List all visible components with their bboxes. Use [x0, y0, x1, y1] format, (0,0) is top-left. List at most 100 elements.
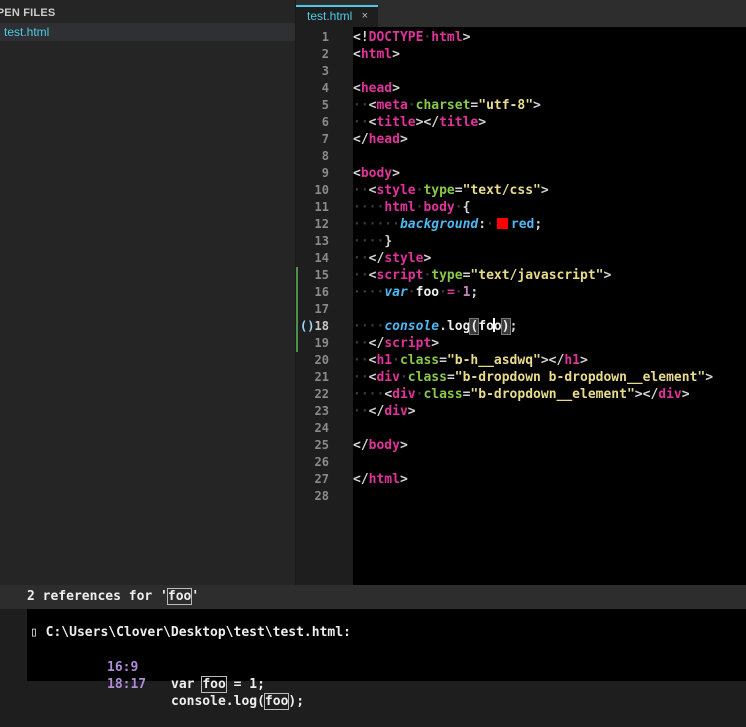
bracket-match-icon: ()	[300, 319, 315, 333]
code-token: ····	[353, 234, 385, 249]
line-number: 28	[314, 489, 329, 503]
code-area[interactable]: <!DOCTYPE·html> <html> <head> ··<meta·chars…	[353, 27, 746, 585]
code-token: ;	[534, 217, 543, 232]
code-line[interactable]: ··<style·type="text/css">	[353, 182, 549, 199]
line-number: 14	[314, 251, 329, 265]
code-token: fo	[478, 319, 494, 334]
code-token: DOCTYPE	[368, 30, 424, 45]
code-token: </	[368, 336, 385, 351]
code-token: "b-dropdown b-dropdown__element"	[454, 370, 706, 385]
reference-result-row[interactable]: 18:17 console.log(foo);	[27, 659, 304, 710]
code-token: "text/javascript"	[470, 268, 604, 283]
code-token: var	[384, 285, 408, 300]
code-token: class	[399, 353, 440, 368]
references-title-bar: 2 references for 'foo'	[0, 585, 746, 609]
git-change-marker	[296, 267, 298, 352]
code-line[interactable]: <!DOCTYPE·html>	[353, 29, 470, 46]
code-token: ····	[353, 285, 385, 300]
code-token: html	[431, 30, 463, 45]
code-token: "utf-8"	[478, 98, 534, 113]
code-token: type	[423, 183, 455, 198]
code-token: >	[423, 251, 432, 266]
line-number: 26	[314, 455, 329, 469]
reference-result-row[interactable]: 16:9 var foo = 1;	[27, 642, 265, 693]
code-line[interactable]: <body>	[353, 165, 400, 182]
code-line[interactable]: ··</script>	[353, 335, 439, 352]
code-line[interactable]: ··<div·class="b-dropdown b-dropdown__ele…	[353, 369, 713, 386]
code-line[interactable]: ··<title></title>	[353, 114, 486, 131]
code-line[interactable]: ······background:· red;	[353, 216, 542, 233]
code-line[interactable]: ····<div·class="b-dropdown__element"></d…	[353, 386, 690, 403]
code-line[interactable]: ··</style>	[353, 250, 431, 267]
code-line[interactable]: </body>	[353, 437, 408, 454]
reference-snippet: console.log(foo);	[171, 693, 305, 710]
tab-bar: test.html ×	[296, 0, 746, 27]
code-line[interactable]: ··<meta·charset="utf-8">	[353, 97, 541, 114]
code-token: title	[376, 115, 416, 130]
line-number: 13	[314, 234, 329, 248]
code-token: >	[580, 353, 588, 368]
line-number: 27	[314, 472, 329, 486]
line-number: 9	[321, 166, 329, 180]
code-token: body	[368, 438, 400, 453]
references-panel: 2 references for 'foo' ▯ C:\Users\Clover…	[0, 585, 746, 710]
code-token: o	[493, 319, 502, 334]
reference-location: 18:17	[107, 677, 147, 692]
code-line[interactable]: <head>	[353, 80, 400, 97]
code-token: ······	[353, 217, 400, 232]
code-token: :	[478, 217, 487, 232]
code-token: ··	[353, 353, 369, 368]
code-line[interactable]: </html>	[353, 471, 408, 488]
code-token: )	[500, 318, 511, 335]
code-token: ··	[353, 115, 369, 130]
code-token: ····	[353, 200, 385, 215]
line-number: 11	[314, 200, 329, 214]
code-line[interactable]: ····html·body·{	[353, 199, 470, 216]
code-token: .	[439, 319, 447, 334]
open-file-item[interactable]: test.html	[0, 23, 295, 41]
tab-test-html[interactable]: test.html ×	[296, 5, 378, 27]
code-line[interactable]: </head>	[353, 131, 408, 148]
code-token: >	[392, 166, 400, 181]
code-token: <!	[353, 30, 369, 45]
code-line[interactable]: ····}	[353, 233, 392, 250]
code-token: div	[658, 387, 682, 402]
code-token: <	[353, 81, 361, 96]
code-editor[interactable]: 1 2 3 4 5 6 7 8 9 10 11 12 13 14 15 16 17 18 19 20 21 22 23 24 2…	[296, 27, 746, 585]
code-token: html	[368, 472, 400, 487]
color-swatch-icon	[496, 218, 508, 229]
reference-file-path[interactable]: ▯ C:\Users\Clover\Desktop\test\test.html…	[30, 625, 351, 640]
open-files-title: OPEN FILES	[0, 7, 56, 19]
code-token: head	[360, 81, 393, 96]
line-number-gutter: 1 2 3 4 5 6 7 8 9 10 11 12 13 14 15 16 17 18 19 20 21 22 23 24 2…	[296, 27, 353, 585]
code-token: </	[368, 251, 385, 266]
code-line[interactable]: ··<script·type="text/javascript">	[353, 267, 611, 284]
code-line[interactable]: <html>	[353, 46, 400, 63]
code-token: >	[399, 438, 408, 453]
code-token: </	[368, 404, 385, 419]
code-token: {	[462, 200, 471, 215]
code-line[interactable]: ····console.log(foo);	[353, 318, 517, 335]
code-token: ></	[415, 115, 440, 130]
code-line[interactable]: ··</div>	[353, 403, 416, 420]
code-token: >	[392, 47, 400, 62]
code-token: ··	[353, 268, 369, 283]
code-token: red	[510, 217, 535, 232]
code-token: html	[360, 47, 393, 62]
code-line[interactable]: ··<h1·class="b-h__asdwq"></h1>	[353, 352, 588, 369]
line-number: 12	[314, 217, 329, 231]
code-line[interactable]: ····var·foo·=·1;	[353, 284, 478, 301]
code-token: >	[399, 132, 408, 147]
line-number: 1	[321, 30, 329, 44]
line-number: 15	[314, 268, 329, 282]
close-icon[interactable]: ×	[362, 7, 368, 26]
code-token: ··	[353, 98, 369, 113]
line-number: 24	[314, 421, 329, 435]
code-token: ··	[353, 336, 369, 351]
references-title: 2 references for 'foo'	[27, 588, 200, 605]
line-number: 23	[314, 404, 329, 418]
code-token: <	[384, 387, 393, 402]
code-token: ;	[470, 285, 479, 300]
code-token: ·	[439, 285, 447, 300]
line-number: 16	[314, 285, 329, 299]
